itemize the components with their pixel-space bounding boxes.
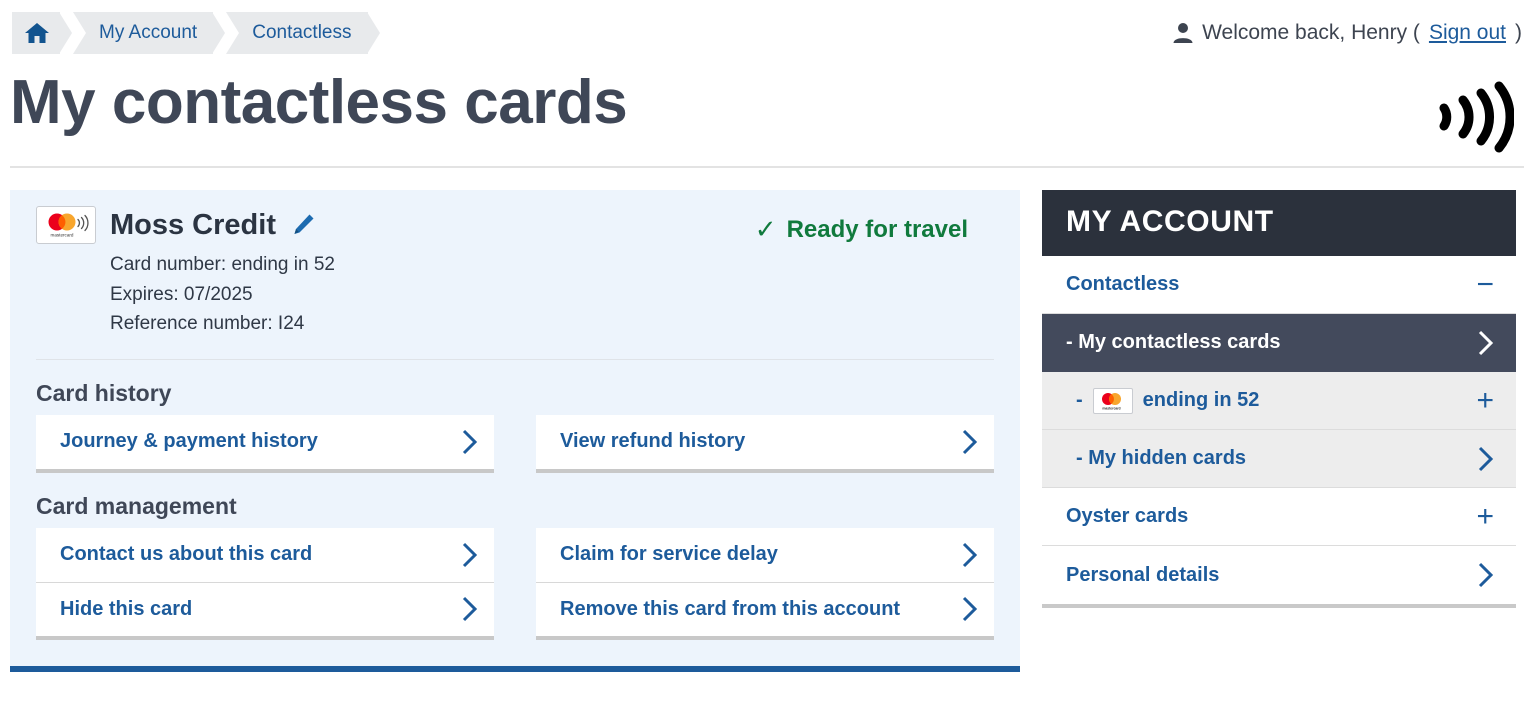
main-content: mastercard Moss Credit Card number: endi… (0, 168, 1536, 672)
sidebar-item-label: - My contactless cards (1066, 331, 1281, 353)
card-header: mastercard Moss Credit Card number: endi… (36, 206, 994, 339)
card-number: Card number: ending in 52 (110, 254, 335, 275)
sign-out-link[interactable]: Sign out (1429, 21, 1506, 45)
card-management-buttons: Contact us about this card Hide this car… (36, 527, 994, 640)
card-summary: mastercard Moss Credit Card number: endi… (36, 206, 755, 339)
minus-icon[interactable]: − (1476, 269, 1494, 300)
journey-payment-history-button[interactable]: Journey & payment history (36, 414, 494, 469)
breadcrumb-label: Contactless (252, 22, 352, 43)
svg-text:mastercard: mastercard (51, 233, 74, 238)
breadcrumb: My Account Contactless (0, 12, 381, 54)
button-label: Contact us about this card (60, 543, 313, 566)
sidebar-item-label: Oyster cards (1066, 505, 1189, 527)
breadcrumb-home[interactable] (12, 12, 72, 54)
status-text: Ready for travel (786, 215, 968, 243)
section-title-card-management: Card management (36, 492, 237, 519)
plus-icon[interactable]: + (1476, 385, 1494, 416)
button-label: Claim for service delay (560, 543, 778, 566)
plus-icon[interactable]: + (1476, 501, 1494, 532)
status-badge: ✓ Ready for travel (755, 206, 994, 245)
chevron-right-icon (462, 542, 478, 568)
card-history-buttons: Journey & payment history View refund hi… (36, 414, 994, 473)
contact-us-about-card-button[interactable]: Contact us about this card (36, 527, 494, 582)
button-group-left: Journey & payment history (36, 414, 494, 473)
button-label: Journey & payment history (60, 430, 318, 453)
mastercard-icon: mastercard (1092, 387, 1133, 414)
chevron-right-icon (1478, 562, 1494, 588)
pencil-icon[interactable] (290, 212, 316, 238)
card-name-row: mastercard Moss Credit (36, 206, 755, 244)
welcome-message: Welcome back, Henry ( Sign out) (1173, 21, 1522, 45)
top-bar: My Account Contactless Welcome back, Hen… (0, 0, 1536, 66)
breadcrumb-item-contactless[interactable]: Contactless (226, 12, 380, 54)
chevron-right-icon (962, 542, 978, 568)
button-group-left: Contact us about this card Hide this car… (36, 527, 494, 640)
claim-service-delay-button[interactable]: Claim for service delay (536, 527, 994, 582)
home-icon (24, 21, 50, 45)
sidebar-item-label: ending in 52 (1142, 389, 1260, 411)
card-name: Moss Credit (110, 208, 276, 241)
check-icon: ✓ (754, 214, 777, 244)
sidebar-item-prefix: - (1076, 389, 1083, 411)
button-group-right: Claim for service delay Remove this card… (536, 527, 994, 640)
mastercard-contactless-icon: mastercard (36, 206, 96, 244)
sidebar-card-label-wrap: - mastercard ending in 52 (1076, 387, 1260, 414)
remove-card-button[interactable]: Remove this card from this account (536, 581, 994, 636)
sidebar-item-label: - My hidden cards (1076, 447, 1247, 469)
breadcrumb-item-my-account[interactable]: My Account (73, 12, 226, 54)
sidebar-item-contactless[interactable]: Contactless − (1042, 256, 1516, 314)
sidebar-item-my-hidden-cards[interactable]: - My hidden cards (1042, 430, 1516, 488)
view-refund-history-button[interactable]: View refund history (536, 414, 994, 469)
sidebar-heading: MY ACCOUNT (1042, 190, 1516, 256)
chevron-right-icon (962, 429, 978, 455)
section-title-card-history: Card history (36, 379, 172, 406)
card-reference: Reference number: I24 (110, 313, 305, 335)
button-group-right: View refund history (536, 414, 994, 473)
hide-this-card-button[interactable]: Hide this card (36, 581, 494, 636)
chevron-right-icon (962, 596, 978, 622)
sidebar-item-card-ending-52[interactable]: - mastercard ending in 52 + (1042, 372, 1516, 430)
button-label: Hide this card (60, 597, 193, 620)
button-label: Remove this card from this account (560, 597, 901, 620)
page-title-row: My contactless cards (0, 66, 1536, 154)
sidebar-item-my-contactless-cards[interactable]: - My contactless cards (1042, 314, 1516, 372)
sidebar-item-label: Contactless (1066, 273, 1180, 295)
button-label: View refund history (560, 430, 746, 453)
chevron-right-icon (462, 429, 478, 455)
welcome-paren: ) (1515, 21, 1522, 44)
person-icon (1173, 22, 1193, 44)
chevron-right-icon (1478, 446, 1494, 472)
chevron-right-icon (462, 596, 478, 622)
sidebar-item-oyster-cards[interactable]: Oyster cards + (1042, 488, 1516, 546)
welcome-text: Welcome back, Henry ( (1202, 21, 1420, 44)
sidebar-item-personal-details[interactable]: Personal details (1042, 546, 1516, 604)
panel-divider (36, 358, 994, 360)
card-details: Card number: ending in 52 Expires: 07/20… (36, 250, 755, 339)
card-expiry: Expires: 07/2025 (110, 283, 253, 305)
svg-text:mastercard: mastercard (1102, 406, 1120, 410)
chevron-right-icon (1478, 330, 1494, 356)
sidebar-item-label: Personal details (1066, 563, 1220, 586)
contactless-waves-icon (1430, 80, 1514, 154)
page-title: My contactless cards (10, 68, 628, 137)
my-account-sidebar: MY ACCOUNT Contactless − - My contactles… (1042, 190, 1516, 608)
breadcrumb-label: My Account (99, 22, 198, 43)
contactless-card-panel: mastercard Moss Credit Card number: endi… (10, 190, 1020, 672)
